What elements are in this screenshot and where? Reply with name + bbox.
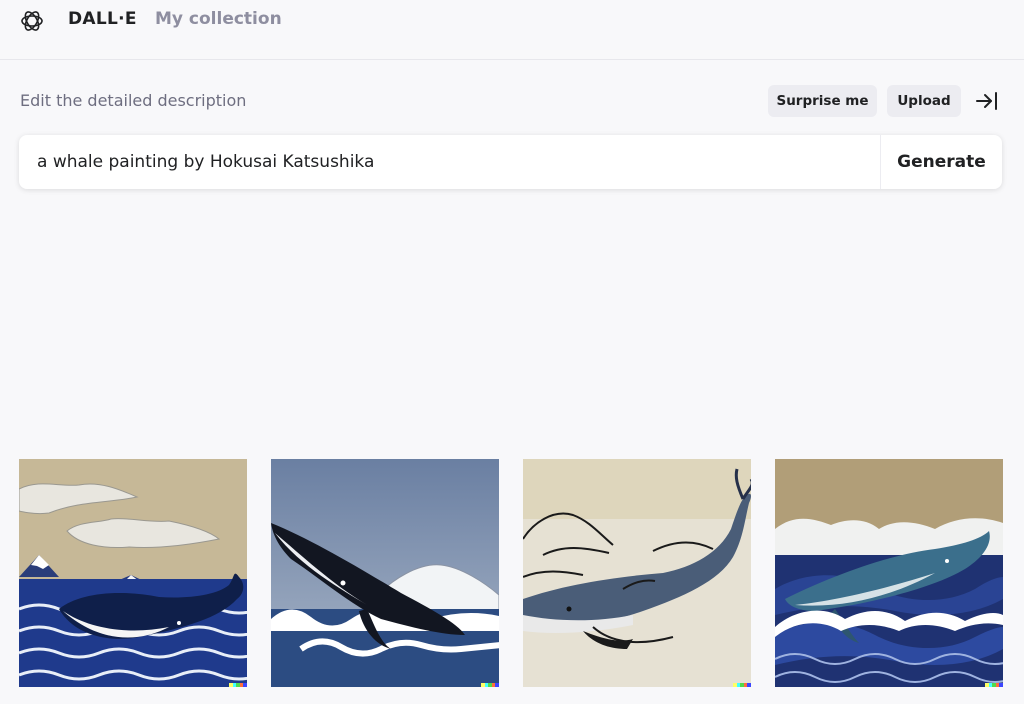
- description-label: Edit the detailed description: [20, 91, 247, 110]
- whale-waves-image: [775, 459, 1003, 687]
- breaching-whale-image: [271, 459, 499, 687]
- nav-my-collection[interactable]: My collection: [155, 9, 282, 29]
- generate-button[interactable]: Generate: [880, 135, 1002, 189]
- generated-image-1[interactable]: [19, 459, 247, 687]
- collapse-arrow-icon[interactable]: [975, 90, 999, 112]
- openai-logo-icon[interactable]: [19, 8, 45, 34]
- signature-stripe: [481, 683, 499, 687]
- upload-button[interactable]: Upload: [887, 85, 961, 117]
- signature-stripe: [733, 683, 751, 687]
- prompt-input[interactable]: [19, 135, 880, 189]
- signature-stripe: [229, 683, 247, 687]
- ink-whale-image: [523, 459, 751, 687]
- prompt-box: Generate: [19, 135, 1002, 189]
- brand-title[interactable]: DALL·E: [68, 9, 137, 29]
- generated-image-3[interactable]: [523, 459, 751, 687]
- top-bar: DALL·E My collection: [0, 0, 1024, 60]
- signature-stripe: [985, 683, 1003, 687]
- surprise-me-button[interactable]: Surprise me: [768, 85, 877, 117]
- image-gallery: [19, 459, 1003, 687]
- whale-fuji-image: [19, 459, 247, 687]
- generated-image-2[interactable]: [271, 459, 499, 687]
- generated-image-4[interactable]: [775, 459, 1003, 687]
